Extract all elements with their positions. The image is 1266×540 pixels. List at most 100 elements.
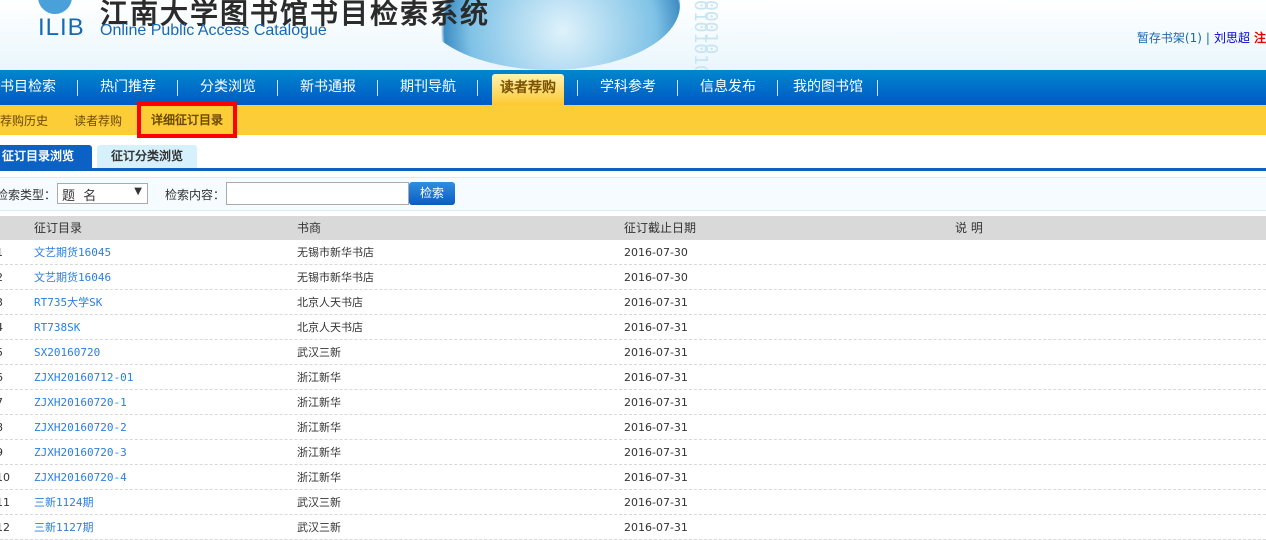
- deadline: 2016-07-31: [624, 296, 688, 309]
- search-type-label: 检索类型：: [0, 188, 57, 202]
- search-type-select[interactable]: 题 名 ▼: [57, 183, 148, 204]
- tab-bar: 征订目录浏览 征订分类浏览: [0, 145, 1266, 171]
- col-catalog: 征订目录: [34, 221, 83, 235]
- search-input[interactable]: [226, 182, 409, 205]
- table-row: 8 ZJXH20160720-2 浙江新华 2016-07-31: [0, 415, 1266, 440]
- table-row: 2 文艺期货16046 无锡市新华书店 2016-07-30: [0, 265, 1266, 290]
- divider: |: [1205, 31, 1210, 45]
- col-vendor: 书商: [297, 221, 322, 235]
- table-row: 5 SX20160720 武汉三新 2016-07-31: [0, 340, 1266, 365]
- deadline: 2016-07-31: [624, 371, 688, 384]
- vendor: 武汉三新: [297, 346, 341, 359]
- row-number: 3: [0, 290, 3, 315]
- nav-item-6[interactable]: 学科参考: [578, 70, 678, 105]
- deadline: 2016-07-31: [624, 321, 688, 334]
- logout-link[interactable]: 注: [1254, 31, 1266, 45]
- nav-item-5[interactable]: 读者荐购: [492, 74, 564, 105]
- nav-item-0[interactable]: 书目检索: [0, 70, 78, 105]
- deadline: 2016-07-31: [624, 521, 688, 534]
- catalog-link[interactable]: 文艺期货16046: [34, 265, 111, 290]
- row-number: 7: [0, 390, 3, 415]
- dropdown-arrow-icon: ▼: [134, 186, 142, 197]
- vendor: 北京人天书店: [297, 321, 363, 334]
- deadline: 2016-07-31: [624, 396, 688, 409]
- table-row: 11 三新1124期 武汉三新 2016-07-31: [0, 490, 1266, 515]
- catalog-link[interactable]: 三新1127期: [34, 515, 94, 540]
- vendor: 武汉三新: [297, 521, 341, 534]
- logo: ILIB: [38, 14, 85, 41]
- row-number: 6: [0, 365, 3, 390]
- catalog-link[interactable]: 三新1124期: [34, 490, 94, 515]
- search-bar: 检索类型： 题 名 ▼ 检索内容： 检索: [0, 177, 1266, 211]
- subnav-recommend-history[interactable]: 荐购历史: [0, 105, 48, 137]
- nav-item-8[interactable]: 我的图书馆: [778, 70, 878, 105]
- header-banner: 0101010 00010 ILIB 江南大学图书馆书目检索系统 Online …: [0, 0, 1266, 76]
- deadline: 2016-07-31: [624, 421, 688, 434]
- col-deadline: 征订截止日期: [624, 221, 697, 235]
- catalog-link[interactable]: RT735大学SK: [34, 290, 102, 315]
- row-number: 10: [0, 471, 10, 484]
- site-subtitle: Online Public Access Catalogue: [100, 22, 327, 39]
- nav-item-1[interactable]: 热门推荐: [78, 70, 178, 105]
- temp-shelf-link[interactable]: 暂存书架(1): [1137, 31, 1202, 45]
- row-number: 9: [0, 440, 3, 465]
- deadline: 2016-07-30: [624, 271, 688, 284]
- table-row: 1 文艺期货16045 无锡市新华书店 2016-07-30: [0, 240, 1266, 265]
- deadline: 2016-07-31: [624, 346, 688, 359]
- catalog-link[interactable]: ZJXH20160712-01: [34, 365, 133, 390]
- vendor: 浙江新华: [297, 471, 341, 484]
- nav-item-3[interactable]: 新书通报: [278, 70, 378, 105]
- row-number: 12: [0, 521, 10, 534]
- row-number: 5: [0, 340, 3, 365]
- row-number: 1: [0, 240, 3, 265]
- search-button[interactable]: 检索: [409, 182, 455, 205]
- sub-nav: 荐购历史 读者荐购 详细征订目录: [0, 102, 1266, 138]
- deadline: 2016-07-31: [624, 496, 688, 509]
- nav-item-4[interactable]: 期刊导航: [378, 70, 478, 105]
- main-nav: 书目检索 热门推荐 分类浏览 新书通报 期刊导航 读者荐购 学科参考 信息发布 我的图书馆: [0, 70, 1266, 105]
- nav-item-7[interactable]: 信息发布: [678, 70, 778, 105]
- nav-divider: [877, 80, 878, 96]
- table-row: 6 ZJXH20160712-01 浙江新华 2016-07-31: [0, 365, 1266, 390]
- vendor: 浙江新华: [297, 421, 341, 434]
- table-header: 征订目录 书商 征订截止日期 说 明: [0, 216, 1266, 240]
- catalog-link[interactable]: ZJXH20160720-4: [34, 465, 127, 490]
- vendor: 北京人天书店: [297, 296, 363, 309]
- vendor: 无锡市新华书店: [297, 271, 374, 284]
- vendor: 浙江新华: [297, 446, 341, 459]
- catalog-table: 1 文艺期货16045 无锡市新华书店 2016-07-302 文艺期货1604…: [0, 240, 1266, 540]
- search-type-value: 题 名: [62, 189, 97, 204]
- deadline: 2016-07-31: [624, 471, 688, 484]
- logo-bubble-icon: [38, 0, 72, 14]
- catalog-link[interactable]: ZJXH20160720-3: [34, 440, 127, 465]
- table-row: 12 三新1127期 武汉三新 2016-07-31: [0, 515, 1266, 540]
- nav-item-2[interactable]: 分类浏览: [178, 70, 278, 105]
- catalog-link[interactable]: 文艺期货16045: [34, 240, 111, 265]
- vendor: 浙江新华: [297, 371, 341, 384]
- row-number: 8: [0, 415, 3, 440]
- vendor: 无锡市新华书店: [297, 246, 374, 259]
- nav-divider: [477, 80, 478, 96]
- subnav-reader-recommend[interactable]: 读者荐购: [74, 105, 122, 137]
- table-row: 4 RT738SK 北京人天书店 2016-07-31: [0, 315, 1266, 340]
- table-row: 7 ZJXH20160720-1 浙江新华 2016-07-31: [0, 390, 1266, 415]
- tab-category-browse[interactable]: 征订分类浏览: [97, 145, 197, 168]
- catalog-link[interactable]: SX20160720: [34, 340, 100, 365]
- deadline: 2016-07-31: [624, 446, 688, 459]
- catalog-link[interactable]: RT738SK: [34, 315, 80, 340]
- deadline: 2016-07-30: [624, 246, 688, 259]
- table-row: 9 ZJXH20160720-3 浙江新华 2016-07-31: [0, 440, 1266, 465]
- tab-catalog-browse[interactable]: 征订目录浏览: [0, 145, 92, 168]
- user-link[interactable]: 刘思超: [1214, 31, 1250, 45]
- vendor: 浙江新华: [297, 396, 341, 409]
- search-content-label: 检索内容：: [165, 188, 226, 202]
- row-number: 4: [0, 315, 3, 340]
- catalog-link[interactable]: ZJXH20160720-2: [34, 415, 127, 440]
- vendor: 武汉三新: [297, 496, 341, 509]
- table-row: 10 ZJXH20160720-4 浙江新华 2016-07-31: [0, 465, 1266, 490]
- subnav-detailed-catalog[interactable]: 详细征订目录: [137, 102, 238, 138]
- catalog-link[interactable]: ZJXH20160720-1: [34, 390, 127, 415]
- binary-decoration: 00010: [700, 0, 721, 55]
- user-bar: 暂存书架(1) | 刘思超注: [1137, 29, 1266, 46]
- row-number: 11: [0, 496, 10, 509]
